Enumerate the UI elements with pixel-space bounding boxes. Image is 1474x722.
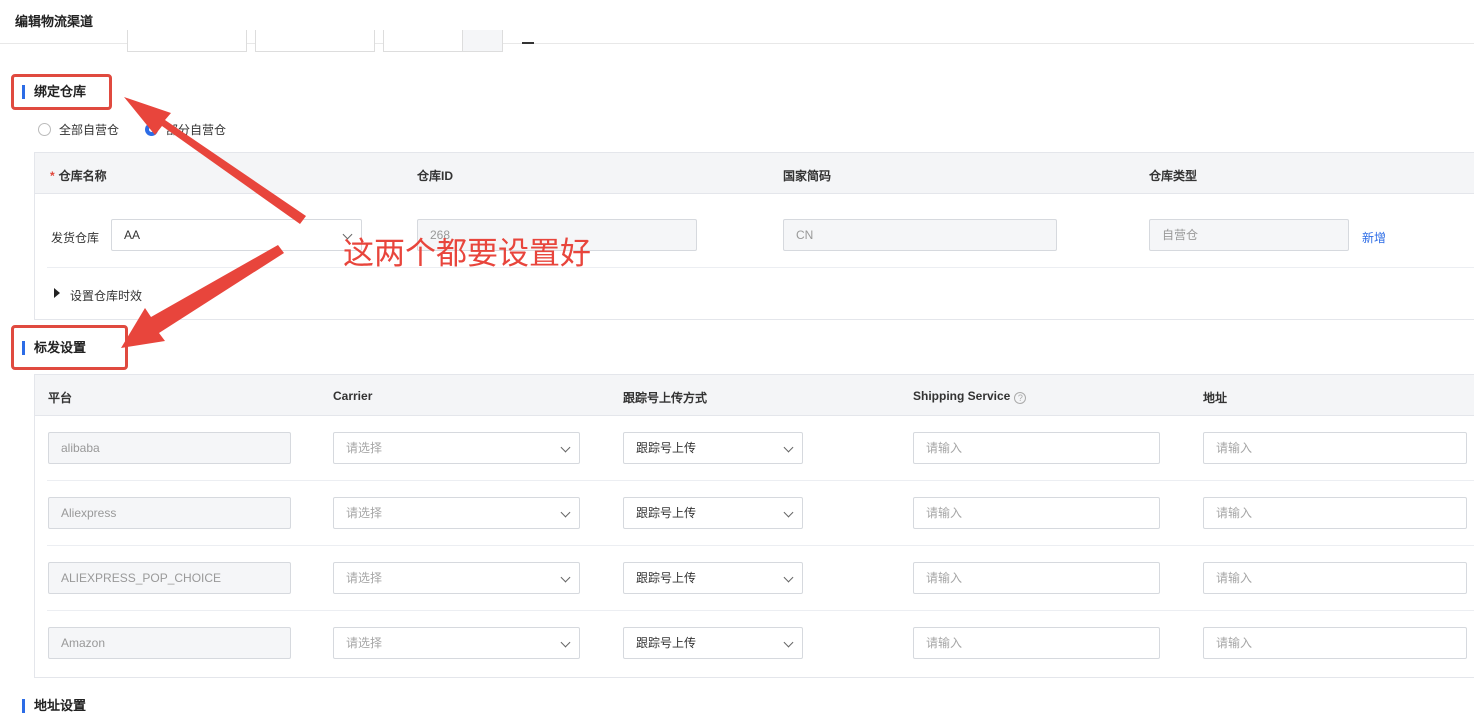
platform-field: Amazon — [48, 627, 291, 659]
column-header-carrier: Carrier — [333, 389, 373, 403]
address-input[interactable]: 请输入 — [1203, 562, 1467, 594]
column-header-country-code: 国家简码 — [783, 169, 832, 183]
annotation-highlight-box — [11, 74, 112, 110]
form-field-addon — [462, 30, 503, 52]
divider — [47, 480, 1474, 481]
address-input[interactable]: 请输入 — [1203, 497, 1467, 529]
shipping-service-input[interactable]: 请输入 — [913, 432, 1160, 464]
chevron-down-icon — [560, 507, 571, 518]
upload-method-select[interactable]: 跟踪号上传 — [623, 432, 803, 464]
column-header-platform: 平台 — [48, 391, 73, 405]
table-header: * 仓库名称 仓库ID 国家简码 仓库类型 — [35, 153, 1474, 194]
platform-field: ALIEXPRESS_POP_CHOICE — [48, 562, 291, 594]
divider — [522, 42, 534, 44]
table-header: 平台 Carrier 跟踪号上传方式 Shipping Service? 地址 — [35, 375, 1474, 416]
platform-field: alibaba — [48, 432, 291, 464]
radio-all-warehouses[interactable]: 全部自营仓 — [38, 121, 119, 138]
platform-field: Aliexpress — [48, 497, 291, 529]
form-field-stub[interactable] — [255, 30, 375, 52]
column-header-warehouse-id: 仓库ID — [417, 169, 454, 183]
column-header-address: 地址 — [1203, 391, 1228, 405]
country-code-field: CN — [783, 219, 1057, 251]
annotation-text: 这两个都要设置好 — [343, 236, 591, 272]
add-warehouse-link[interactable]: 新增 — [1362, 229, 1386, 246]
divider — [47, 545, 1474, 546]
form-field-stub[interactable] — [127, 30, 247, 52]
section-title-address: 地址设置 — [22, 698, 86, 714]
help-icon[interactable]: ? — [1014, 392, 1027, 404]
radio-partial-warehouses[interactable]: 部分自营仓 — [145, 121, 226, 138]
warehouse-select[interactable]: AA — [111, 219, 362, 251]
address-input[interactable]: 请输入 — [1203, 627, 1467, 659]
divider — [47, 267, 1474, 268]
chevron-down-icon — [783, 442, 794, 453]
chevron-down-icon — [560, 572, 571, 583]
radio-icon — [38, 123, 51, 136]
address-input[interactable]: 请输入 — [1203, 432, 1467, 464]
column-header-upload-method: 跟踪号上传方式 — [623, 391, 708, 405]
radio-label: 全部自营仓 — [59, 123, 120, 137]
column-header-warehouse-name: * 仓库名称 — [50, 169, 107, 183]
upload-method-select[interactable]: 跟踪号上传 — [623, 497, 803, 529]
warehouse-table: * 仓库名称 仓库ID 国家简码 仓库类型 发货仓库 AA 268 CN 自营仓 … — [34, 152, 1474, 320]
chevron-down-icon — [783, 507, 794, 518]
carrier-select[interactable]: 请选择 — [333, 627, 580, 659]
upload-method-select[interactable]: 跟踪号上传 — [623, 562, 803, 594]
chevron-down-icon — [560, 442, 571, 453]
warehouse-type-field: 自营仓 — [1149, 219, 1349, 251]
chevron-down-icon — [560, 637, 571, 648]
carrier-select[interactable]: 请选择 — [333, 497, 580, 529]
shipping-service-input[interactable]: 请输入 — [913, 562, 1160, 594]
caret-right-icon[interactable] — [54, 288, 60, 298]
carrier-select[interactable]: 请选择 — [333, 562, 580, 594]
chevron-down-icon — [783, 637, 794, 648]
form-field-stub[interactable] — [383, 30, 463, 52]
shipping-service-input[interactable]: 请输入 — [913, 627, 1160, 659]
chevron-down-icon — [783, 572, 794, 583]
divider — [47, 610, 1474, 611]
shipping-table: 平台 Carrier 跟踪号上传方式 Shipping Service? 地址 … — [34, 374, 1474, 678]
shipping-service-input[interactable]: 请输入 — [913, 497, 1160, 529]
carrier-select[interactable]: 请选择 — [333, 432, 580, 464]
page-title: 编辑物流渠道 — [15, 14, 94, 29]
upload-method-select[interactable]: 跟踪号上传 — [623, 627, 803, 659]
warehouse-timing-toggle[interactable]: 设置仓库时效 — [70, 287, 142, 304]
radio-checked-icon — [145, 123, 158, 136]
column-header-warehouse-type: 仓库类型 — [1149, 169, 1198, 183]
ship-from-label: 发货仓库 — [51, 231, 100, 245]
radio-label: 部分自营仓 — [166, 123, 227, 137]
annotation-highlight-box — [11, 325, 128, 370]
column-header-shipping-service: Shipping Service? — [913, 389, 1027, 404]
